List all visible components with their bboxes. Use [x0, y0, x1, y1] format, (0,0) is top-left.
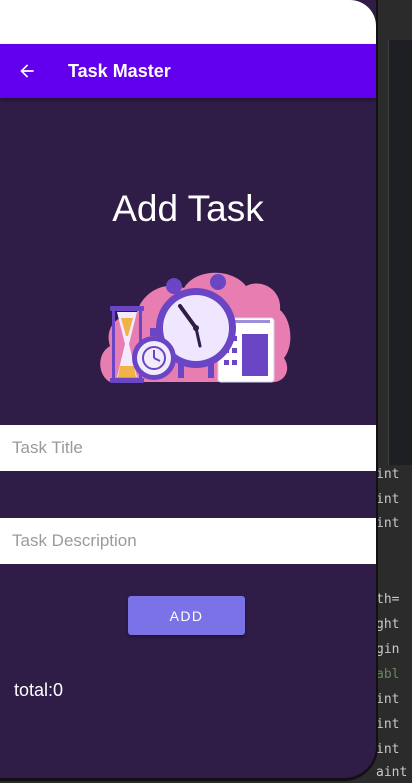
- task-description-input[interactable]: [0, 518, 376, 564]
- arrow-left-icon: [20, 64, 34, 78]
- code-line: int: [376, 467, 400, 482]
- code-line: int: [376, 742, 400, 757]
- status-bar: [0, 0, 376, 44]
- back-button[interactable]: [0, 44, 54, 98]
- phone-screen: Task Master Add Task Task Title Task Des…: [0, 0, 378, 781]
- task-title-input[interactable]: [0, 425, 376, 471]
- total-count-label: total:0: [14, 680, 64, 700]
- clock-illustration: [100, 272, 291, 383]
- code-line: int: [376, 692, 400, 707]
- code-line: gin: [376, 642, 400, 657]
- editor-panel: [388, 40, 412, 465]
- code-line: aint: [376, 765, 408, 780]
- app-title: Task Master: [68, 60, 171, 81]
- page-title: Add Task: [112, 188, 264, 229]
- code-line: ght: [376, 617, 400, 632]
- code-line: int: [376, 516, 400, 531]
- app-bar: Task Master: [0, 44, 376, 98]
- code-line: abl: [376, 667, 400, 682]
- add-task-button[interactable]: ADD: [128, 596, 245, 635]
- code-line: int: [376, 492, 400, 507]
- background-code-editor: int int int th= ght gin abl int int int …: [376, 0, 412, 783]
- code-line: th=: [376, 592, 400, 607]
- code-line: int: [376, 717, 400, 732]
